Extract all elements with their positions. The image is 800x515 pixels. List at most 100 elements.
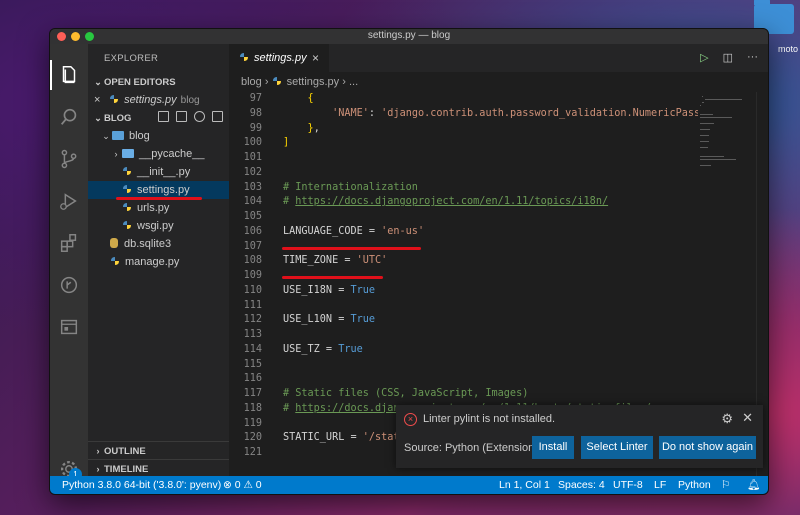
code-line[interactable]: 100] bbox=[229, 136, 698, 151]
line-number: 114 bbox=[243, 343, 262, 355]
tree-item-blog[interactable]: ⌄ blog bbox=[88, 127, 229, 145]
tree-item-db[interactable]: db.sqlite3 bbox=[88, 235, 229, 253]
breadcrumb-folder[interactable]: blog bbox=[241, 76, 262, 88]
chevron-right-icon: › bbox=[114, 149, 118, 159]
tree-item-label: blog bbox=[129, 130, 150, 142]
extensions-icon[interactable] bbox=[58, 232, 80, 254]
code-line[interactable]: 102 bbox=[229, 166, 698, 181]
tab-label: settings.py bbox=[254, 52, 307, 64]
code-line[interactable]: 106 LANGUAGE_CODE = 'en-us' bbox=[229, 225, 698, 240]
code-line[interactable]: 101 bbox=[229, 151, 698, 166]
line-number: 101 bbox=[243, 152, 262, 163]
line-number: 97 bbox=[249, 93, 262, 104]
line-text: 'NAME': 'django.contrib.auth.password_va… bbox=[332, 107, 698, 119]
tree-item-manage[interactable]: manage.py bbox=[88, 253, 229, 271]
line-number: 109 bbox=[243, 270, 262, 281]
line-number: 103 bbox=[243, 181, 262, 193]
code-line[interactable]: 97 { bbox=[229, 92, 698, 107]
code-line[interactable]: 116 bbox=[229, 372, 698, 387]
minimap-row bbox=[700, 147, 708, 148]
split-editor-icon[interactable]: ◫ bbox=[723, 51, 733, 64]
project-header[interactable]: ⌄ BLOG bbox=[88, 109, 229, 127]
install-button[interactable]: Install bbox=[532, 436, 574, 459]
code-line[interactable]: 108 TIME_ZONE = 'UTC' bbox=[229, 254, 698, 269]
code-line[interactable]: 112 USE_L10N = True bbox=[229, 313, 698, 328]
code-line[interactable]: 103 # Internationalization bbox=[229, 181, 698, 196]
line-number: 115 bbox=[243, 358, 262, 370]
search-icon[interactable] bbox=[58, 106, 80, 128]
minimap-row bbox=[700, 159, 736, 160]
close-tab-icon[interactable]: × bbox=[312, 44, 319, 72]
open-editor-item[interactable]: × settings.py blog bbox=[88, 91, 229, 109]
tab-bar: settings.py × ▷ ◫ ··· bbox=[229, 44, 768, 72]
cursor-position[interactable]: Ln 1, Col 1 bbox=[499, 476, 550, 494]
close-icon[interactable]: ✕ bbox=[742, 410, 753, 426]
code-line[interactable]: 105 bbox=[229, 210, 698, 225]
notification-message: Linter pylint is not installed. bbox=[423, 413, 556, 425]
tab-settings-py[interactable]: settings.py × bbox=[229, 44, 329, 72]
source-control-icon[interactable] bbox=[58, 148, 80, 170]
do-not-show-again-button[interactable]: Do not show again bbox=[659, 436, 756, 459]
code-line[interactable]: 117 # Static files (CSS, JavaScript, Imag… bbox=[229, 387, 698, 402]
activity-bar: 1 bbox=[50, 44, 88, 481]
new-folder-icon[interactable] bbox=[176, 111, 187, 122]
run-debug-icon[interactable] bbox=[58, 190, 80, 212]
annotation-underline bbox=[282, 247, 421, 250]
code-line[interactable]: 115 bbox=[229, 358, 698, 373]
panel-icon[interactable] bbox=[58, 316, 80, 338]
line-number: 108 bbox=[243, 255, 262, 267]
notification-source: Source: Python (Extension) bbox=[404, 442, 538, 454]
breadcrumb-symbol[interactable]: ... bbox=[349, 76, 358, 88]
code-line[interactable]: 113 bbox=[229, 328, 698, 343]
tree-item-urls[interactable]: urls.py bbox=[88, 199, 229, 217]
interpreter-status[interactable]: Python 3.8.0 64-bit ('3.8.0': pyenv) bbox=[62, 476, 221, 494]
tree-item-label: urls.py bbox=[137, 202, 170, 214]
tree-item-settings[interactable]: settings.py bbox=[88, 181, 229, 200]
line-number: 104 bbox=[243, 196, 262, 208]
open-editors-header[interactable]: ⌄ OPEN EDITORS bbox=[88, 73, 229, 91]
tree-item-label: db.sqlite3 bbox=[124, 238, 172, 250]
minimap-row bbox=[700, 117, 732, 118]
code-line[interactable]: 111 bbox=[229, 299, 698, 314]
line-text: # https://docs.djangoproject.com/en/1.11… bbox=[283, 196, 609, 208]
refresh-icon[interactable] bbox=[194, 111, 205, 122]
remote-icon[interactable] bbox=[58, 274, 80, 296]
line-text: STATIC_URL = '/stat bbox=[283, 432, 400, 444]
more-actions-icon[interactable]: ··· bbox=[747, 51, 758, 64]
tree-item-pycache[interactable]: › __pycache__ bbox=[88, 145, 229, 163]
new-file-icon[interactable] bbox=[158, 111, 169, 122]
problems-status[interactable]: ⊗ 0 ⚠ 0 bbox=[223, 476, 262, 494]
timeline-label: TIMELINE bbox=[104, 464, 149, 475]
code-line[interactable]: 114 USE_TZ = True bbox=[229, 343, 698, 358]
code-line[interactable]: 98 'NAME': 'django.contrib.auth.password… bbox=[229, 107, 698, 122]
select-linter-button[interactable]: Select Linter bbox=[581, 436, 653, 459]
outline-label: OUTLINE bbox=[104, 446, 146, 457]
bell-icon[interactable]: 🔔︎ bbox=[747, 476, 760, 494]
encoding-status[interactable]: UTF-8 bbox=[613, 476, 643, 494]
line-number: 110 bbox=[243, 284, 262, 296]
tree-item-wsgi[interactable]: wsgi.py bbox=[88, 217, 229, 235]
run-file-icon[interactable]: ▷ bbox=[700, 51, 708, 64]
error-icon: × bbox=[404, 413, 417, 426]
collapse-all-icon[interactable] bbox=[212, 111, 223, 122]
feedback-icon[interactable]: ⚐ bbox=[721, 476, 730, 494]
explorer-icon[interactable] bbox=[58, 64, 80, 86]
line-number: 102 bbox=[243, 166, 262, 178]
indentation-status[interactable]: Spaces: 4 bbox=[558, 476, 605, 494]
language-status[interactable]: Python bbox=[678, 476, 711, 494]
code-line[interactable]: 99 }, bbox=[229, 122, 698, 137]
close-icon[interactable]: × bbox=[94, 91, 106, 109]
gear-icon[interactable]: ⚙ bbox=[721, 411, 733, 427]
line-number: 105 bbox=[243, 211, 262, 222]
code-line[interactable]: 110 USE_I18N = True bbox=[229, 284, 698, 299]
open-editors-label: OPEN EDITORS bbox=[104, 77, 176, 88]
tree-item-init[interactable]: __init__.py bbox=[88, 163, 229, 181]
line-number: 99 bbox=[249, 122, 262, 134]
eol-status[interactable]: LF bbox=[654, 476, 666, 494]
outline-header[interactable]: › OUTLINE bbox=[88, 441, 229, 459]
tree-item-label: __init__.py bbox=[137, 166, 191, 178]
breadcrumb-file[interactable]: settings.py bbox=[287, 76, 340, 88]
code-line[interactable]: 104 # https://docs.djangoproject.com/en/1… bbox=[229, 195, 698, 210]
timeline-header[interactable]: › TIMELINE bbox=[88, 459, 229, 477]
editor-actions: ▷ ◫ ··· bbox=[700, 51, 758, 64]
